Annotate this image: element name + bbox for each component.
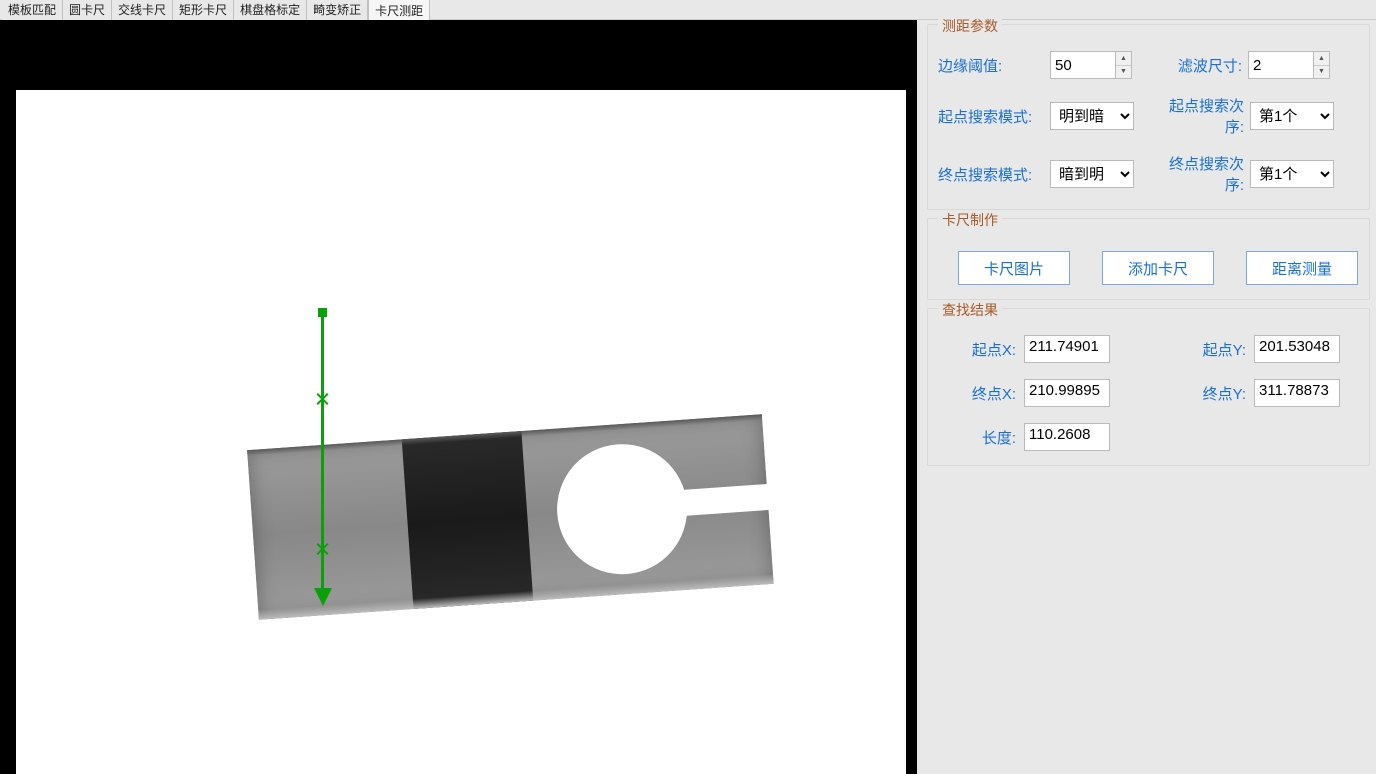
start-order-select[interactable]: 第1个 (1250, 102, 1334, 130)
length-value: 110.2608 (1024, 423, 1110, 451)
end-y-label: 终点Y: (1168, 383, 1254, 404)
filter-size-input[interactable] (1248, 51, 1314, 79)
spinner-up-icon[interactable]: ▲ (1314, 52, 1329, 66)
length-label: 长度: (938, 427, 1024, 448)
canvas (16, 90, 906, 774)
tab-line-caliper[interactable]: 交线卡尺 (112, 0, 173, 20)
group-make: 卡尺制作 卡尺图片 添加卡尺 距离测量 (927, 218, 1370, 300)
start-x-label: 起点X: (938, 339, 1024, 360)
group-params: 测距参数 边缘阈值: ▲ ▼ 滤波尺寸: ▲ ▼ (927, 24, 1370, 210)
spinner-up-icon[interactable]: ▲ (1116, 52, 1131, 66)
group-params-title: 测距参数 (938, 16, 1002, 36)
end-order-label: 终点搜索次序: (1152, 153, 1250, 195)
end-x-label: 终点X: (938, 383, 1024, 404)
end-x-value: 210.99895 (1024, 379, 1110, 407)
start-x-value: 211.74901 (1024, 335, 1110, 363)
tab-caliper-distance[interactable]: 卡尺测距 (368, 0, 430, 22)
tab-rect-caliper[interactable]: 矩形卡尺 (173, 0, 234, 20)
side-panel: 测距参数 边缘阈值: ▲ ▼ 滤波尺寸: ▲ ▼ (917, 20, 1376, 774)
end-mode-select[interactable]: 暗到明 (1050, 160, 1134, 188)
tab-template-match[interactable]: 模板匹配 (2, 0, 63, 20)
image-viewport[interactable] (0, 20, 917, 774)
spinner-down-icon[interactable]: ▼ (1314, 66, 1329, 79)
tab-chessboard-calib[interactable]: 棋盘格标定 (234, 0, 307, 20)
group-result-title: 查找结果 (938, 300, 1002, 320)
caliper-end-arrow[interactable] (314, 588, 332, 606)
start-mode-label: 起点搜索模式: (938, 106, 1050, 127)
start-y-value: 201.53048 (1254, 335, 1340, 363)
filter-size-spinner[interactable]: ▲ ▼ (1314, 51, 1330, 79)
start-mode-select[interactable]: 明到暗 (1050, 102, 1134, 130)
start-order-label: 起点搜索次序: (1152, 95, 1250, 137)
start-y-label: 起点Y: (1168, 339, 1254, 360)
tab-bar: 模板匹配 圆卡尺 交线卡尺 矩形卡尺 棋盘格标定 畸变矫正 卡尺测距 (0, 0, 1376, 20)
measure-distance-button[interactable]: 距离测量 (1246, 251, 1358, 285)
caliper-overlay[interactable] (318, 308, 328, 604)
group-make-title: 卡尺制作 (938, 210, 1002, 230)
end-mode-label: 终点搜索模式: (938, 164, 1050, 185)
end-y-value: 311.78873 (1254, 379, 1340, 407)
filter-size-label: 滤波尺寸: (1150, 55, 1248, 76)
spinner-down-icon[interactable]: ▼ (1116, 66, 1131, 79)
edge-threshold-input[interactable] (1050, 51, 1116, 79)
group-result: 查找结果 起点X: 211.74901 起点Y: 201.53048 终点X: … (927, 308, 1370, 466)
add-caliper-button[interactable]: 添加卡尺 (1102, 251, 1214, 285)
edge-threshold-spinner[interactable]: ▲ ▼ (1116, 51, 1132, 79)
caliper-image-button[interactable]: 卡尺图片 (958, 251, 1070, 285)
tab-distortion-correct[interactable]: 畸变矫正 (307, 0, 368, 20)
tab-circle-caliper[interactable]: 圆卡尺 (63, 0, 112, 20)
edge-threshold-label: 边缘阈值: (938, 55, 1050, 76)
caliper-edge-mark-2 (315, 542, 330, 557)
main-area: 测距参数 边缘阈值: ▲ ▼ 滤波尺寸: ▲ ▼ (0, 20, 1376, 774)
caliper-edge-mark-1 (315, 392, 330, 407)
end-order-select[interactable]: 第1个 (1250, 160, 1334, 188)
